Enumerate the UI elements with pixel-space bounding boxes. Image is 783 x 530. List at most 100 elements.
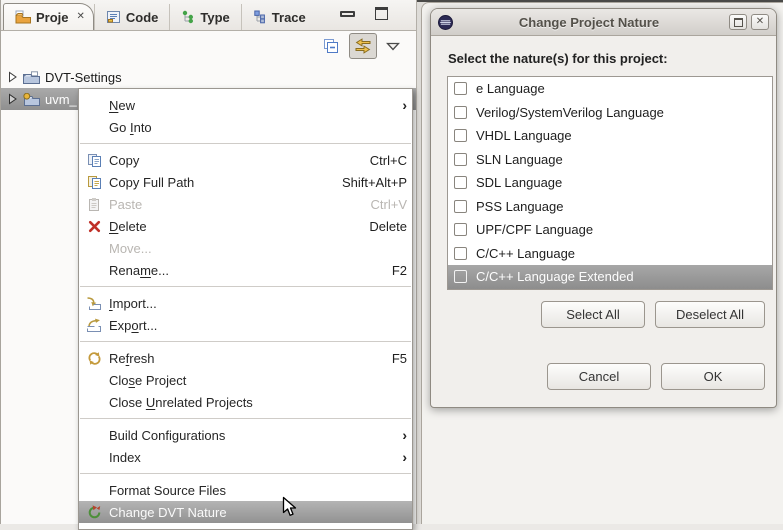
menu-item-delete[interactable]: DeleteDelete — [79, 215, 412, 237]
expand-arrow-icon[interactable] — [8, 93, 18, 105]
menu-item-rename[interactable]: Rename...F2 — [79, 259, 412, 281]
dialog-maximize-icon[interactable] — [729, 14, 747, 30]
menu-separator — [80, 143, 411, 144]
nature-row-c-c-language[interactable]: C/C++ Language — [448, 242, 772, 266]
tab-trace[interactable]: Trace — [241, 4, 317, 30]
select-all-button[interactable]: Select All — [541, 301, 645, 328]
change-dvt-nature-icon — [85, 505, 103, 520]
project-explorer-icon — [15, 10, 31, 24]
menu-item-new[interactable]: New› — [79, 94, 412, 116]
dialog-titlebar[interactable]: Change Project Nature ✕ — [431, 9, 776, 36]
nature-label: VHDL Language — [476, 128, 572, 143]
menu-item-label: Import... — [103, 296, 407, 311]
menu-item-shortcut: F5 — [392, 351, 407, 366]
menu-item-label: Close Project — [103, 373, 407, 388]
menu-item-shortcut: Delete — [369, 219, 407, 234]
menu-item-shortcut: Shift+Alt+P — [342, 175, 407, 190]
menu-item-copy[interactable]: CopyCtrl+C — [79, 149, 412, 171]
dialog-close-icon[interactable]: ✕ — [751, 14, 769, 30]
checkbox-icon[interactable] — [454, 247, 467, 260]
nature-label: C/C++ Language Extended — [476, 269, 634, 284]
dialog-prompt: Select the nature(s) for this project: — [448, 51, 776, 66]
tab-type[interactable]: Type — [169, 4, 240, 30]
nature-row-upf-cpf-language[interactable]: UPF/CPF Language — [448, 218, 772, 242]
menu-item-close-project[interactable]: Close Project — [79, 369, 412, 391]
nature-list: e LanguageVerilog/SystemVerilog Language… — [447, 76, 773, 290]
checkbox-icon[interactable] — [454, 200, 467, 213]
project-folder-icon — [23, 71, 40, 84]
cancel-button[interactable]: Cancel — [547, 363, 651, 390]
tree-item-label: DVT-Settings — [45, 70, 122, 85]
checkbox-icon[interactable] — [454, 153, 467, 166]
checkbox-icon[interactable] — [454, 129, 467, 142]
nature-label: SDL Language — [476, 175, 562, 190]
menu-item-refresh[interactable]: RefreshF5 — [79, 347, 412, 369]
tab-label: Trace — [272, 10, 306, 25]
tree-row-dvt-settings[interactable]: DVT-Settings — [1, 66, 416, 88]
menu-item-label: Move... — [103, 241, 407, 256]
deselect-all-button[interactable]: Deselect All — [655, 301, 765, 328]
menu-item-import[interactable]: Import... — [79, 292, 412, 314]
menu-item-label: Delete — [103, 219, 369, 234]
project-context-menu: New›Go IntoCopyCtrl+CCopy Full PathShift… — [78, 88, 413, 530]
type-hierarchy-icon — [181, 10, 195, 24]
checkbox-icon[interactable] — [454, 176, 467, 189]
view-menu-icon[interactable] — [386, 42, 400, 51]
nature-label: UPF/CPF Language — [476, 222, 593, 237]
nature-row-pss-language[interactable]: PSS Language — [448, 195, 772, 219]
collapse-all-icon[interactable] — [322, 37, 340, 55]
panel-window-controls — [340, 7, 388, 20]
checkbox-icon[interactable] — [454, 106, 467, 119]
menu-item-label: Export... — [103, 318, 407, 333]
link-with-editor-icon[interactable] — [349, 33, 377, 59]
trace-view-icon — [253, 10, 267, 24]
checkbox-icon[interactable] — [454, 270, 467, 283]
nature-row-vhdl-language[interactable]: VHDL Language — [448, 124, 772, 148]
ok-button[interactable]: OK — [661, 363, 765, 390]
menu-item-format-source-files[interactable]: Format Source Files — [79, 479, 412, 501]
nature-row-sln-language[interactable]: SLN Language — [448, 148, 772, 172]
menu-item-label: Format Source Files — [103, 483, 407, 498]
view-toolbar — [1, 31, 416, 61]
close-tab-icon[interactable]: ✕ — [77, 12, 85, 22]
import-icon — [85, 296, 103, 311]
expand-arrow-icon[interactable] — [8, 71, 18, 83]
minimize-panel-icon[interactable] — [340, 11, 355, 17]
tab-project-explorer[interactable]: Proje ✕ — [3, 3, 94, 30]
nature-row-verilog-systemverilog-language[interactable]: Verilog/SystemVerilog Language — [448, 101, 772, 125]
menu-separator — [80, 418, 411, 419]
tab-label: Type — [200, 10, 229, 25]
menu-item-index[interactable]: Index› — [79, 446, 412, 468]
submenu-arrow-icon: › — [398, 450, 407, 464]
menu-separator — [80, 286, 411, 287]
tab-label: Proje — [36, 10, 69, 25]
menu-item-label: Go Into — [103, 120, 407, 135]
nature-row-e-language[interactable]: e Language — [448, 77, 772, 101]
view-tab-bar: Proje ✕ Code Type Trace — [1, 0, 416, 31]
checkbox-icon[interactable] — [454, 223, 467, 236]
menu-item-build-configurations[interactable]: Build Configurations› — [79, 424, 412, 446]
copy-icon — [85, 153, 103, 168]
tab-code[interactable]: Code — [94, 4, 170, 30]
menu-item-go-into[interactable]: Go Into — [79, 116, 412, 138]
checkbox-icon[interactable] — [454, 82, 467, 95]
code-view-icon — [106, 10, 121, 24]
change-project-nature-dialog: Change Project Nature ✕ Select the natur… — [430, 8, 777, 408]
menu-item-shortcut: Ctrl+C — [370, 153, 407, 168]
menu-separator — [80, 341, 411, 342]
tab-label: Code — [126, 10, 159, 25]
menu-item-export[interactable]: Export... — [79, 314, 412, 336]
menu-item-close-unrelated-projects[interactable]: Close Unrelated Projects — [79, 391, 412, 413]
nature-row-sdl-language[interactable]: SDL Language — [448, 171, 772, 195]
menu-separator — [80, 473, 411, 474]
menu-item-copy-full-path[interactable]: Copy Full PathShift+Alt+P — [79, 171, 412, 193]
nature-row-c-c-language-extended[interactable]: C/C++ Language Extended — [448, 265, 772, 289]
menu-item-label: Close Unrelated Projects — [103, 395, 407, 410]
copy-path-icon — [85, 175, 103, 190]
dialog-title: Change Project Nature — [453, 15, 725, 30]
paste-icon — [85, 197, 103, 212]
maximize-panel-icon[interactable] — [375, 7, 388, 20]
menu-item-label: Copy Full Path — [103, 175, 342, 190]
eclipse-logo-icon — [438, 15, 453, 30]
menu-item-change-dvt-nature[interactable]: Change DVT Nature — [79, 501, 412, 523]
